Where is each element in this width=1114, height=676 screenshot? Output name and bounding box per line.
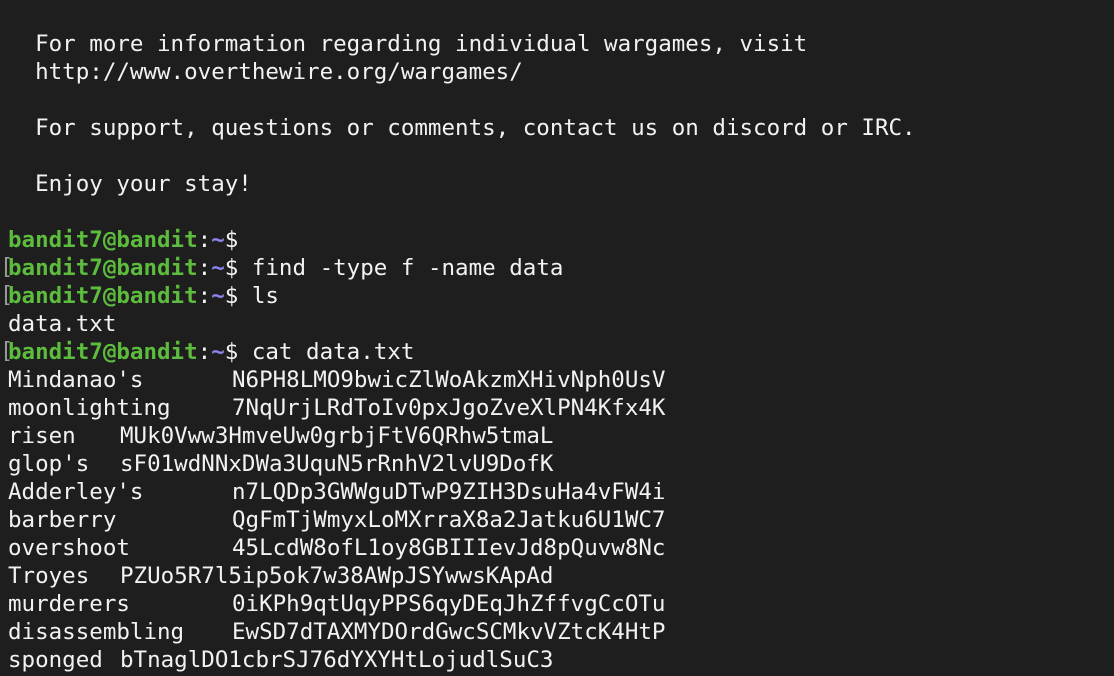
file-row: risen MUk0Vww3HmveUw0grbjFtV6QRhw5tmaL bbox=[8, 422, 553, 450]
row-value: QgFmTjWmyxLoMXrraX8a2Jatku6U1WC7 bbox=[232, 507, 666, 533]
command-text: ls bbox=[251, 283, 279, 309]
command-output: data.txt bbox=[8, 311, 117, 337]
row-word: disassembling bbox=[8, 619, 185, 645]
file-row: barberry QgFmTjWmyxLoMXrraX8a2Jatku6U1WC7 bbox=[8, 506, 665, 534]
prompt-path: ~ bbox=[211, 339, 225, 365]
prompt-line: bandit7@bandit:~$ cat data.txt bbox=[8, 339, 415, 365]
command-text: find -type f -name data bbox=[251, 255, 564, 281]
row-value: 7NqUrjLRdToIv0pxJgoZveXlPN4Kfx4K bbox=[232, 395, 666, 421]
prompt-user-host: bandit7@bandit bbox=[8, 255, 198, 281]
prompt-user-host: bandit7@bandit bbox=[8, 339, 198, 365]
row-word: sponged bbox=[8, 647, 103, 673]
terminal-window[interactable]: For more information regarding individua… bbox=[0, 0, 1114, 676]
row-value: n7LQDp3GWWguDTwP9ZIH3DsuHa4vFW4i bbox=[232, 479, 666, 505]
row-value: MUk0Vww3HmveUw0grbjFtV6QRhw5tmaL bbox=[120, 423, 554, 449]
row-word: Adderley's bbox=[8, 479, 144, 505]
prompt-path: ~ bbox=[211, 283, 225, 309]
row-word: Troyes bbox=[8, 563, 90, 589]
motd-line: For more information regarding individua… bbox=[35, 31, 808, 57]
file-row: overshoot 45LcdW8ofL1oy8GBIIIevJd8pQuvw8N… bbox=[8, 534, 665, 562]
file-row: Troyes PZUo5R7l5ip5ok7w38AWpJSYwwsKApAd bbox=[8, 562, 553, 590]
row-value: 45LcdW8ofL1oy8GBIIIevJd8pQuvw8Nc bbox=[232, 535, 666, 561]
row-word: risen bbox=[8, 423, 76, 449]
prompt-user-host: bandit7@bandit bbox=[8, 283, 198, 309]
row-word: overshoot bbox=[8, 535, 130, 561]
motd-line: http://www.overthewire.org/wargames/ bbox=[35, 59, 523, 85]
motd-line: For support, questions or comments, cont… bbox=[35, 115, 916, 141]
prompt-line: bandit7@bandit:~$ bbox=[8, 227, 239, 253]
file-row: moonlighting 7NqUrjLRdToIv0pxJgoZveXlPN4K… bbox=[8, 394, 665, 422]
file-row: sponged bTnaglDO1cbrSJ76dYXYHtLojudlSuC3 bbox=[8, 646, 553, 674]
line-marker: [ bbox=[0, 283, 14, 308]
row-value: sF01wdNNxDWa3UquN5rRnhV2lvU9DofK bbox=[120, 451, 554, 477]
row-word: barberry bbox=[8, 507, 117, 533]
row-value: PZUo5R7l5ip5ok7w38AWpJSYwwsKApAd bbox=[120, 563, 554, 589]
row-value: N6PH8LMO9bwicZlWoAkzmXHivNph0UsV bbox=[232, 367, 666, 393]
prompt-line: bandit7@bandit:~$ ls bbox=[8, 283, 279, 309]
line-marker: [ bbox=[0, 255, 14, 280]
row-word: glop's bbox=[8, 451, 90, 477]
file-row: murderers 0iKPh9qtUqyPPS6qyDEqJhZffvgCcOT… bbox=[8, 590, 665, 618]
file-row: Adderley's n7LQDp3GWWguDTwP9ZIH3DsuHa4vFW… bbox=[8, 478, 665, 506]
file-row: disassembling EwSD7dTAXMYDOrdGwcSCMkvVZtc… bbox=[8, 618, 665, 646]
file-row: glop's sF01wdNNxDWa3UquN5rRnhV2lvU9DofK bbox=[8, 450, 553, 478]
file-row: Mindanao's N6PH8LMO9bwicZlWoAkzmXHivNph0U… bbox=[8, 366, 665, 394]
line-marker: [ bbox=[0, 339, 14, 364]
prompt-line: bandit7@bandit:~$ find -type f -name dat… bbox=[8, 255, 564, 281]
prompt-user-host: bandit7@bandit bbox=[8, 227, 198, 253]
row-value: 0iKPh9qtUqyPPS6qyDEqJhZffvgCcOTu bbox=[232, 591, 666, 617]
command-text: cat data.txt bbox=[251, 339, 415, 365]
row-value: bTnaglDO1cbrSJ76dYXYHtLojudlSuC3 bbox=[120, 647, 554, 673]
row-word: Mindanao's bbox=[8, 367, 144, 393]
row-word: moonlighting bbox=[8, 395, 171, 421]
row-word: murderers bbox=[8, 591, 130, 617]
row-value: EwSD7dTAXMYDOrdGwcSCMkvVZtcK4HtP bbox=[232, 619, 666, 645]
prompt-path: ~ bbox=[211, 255, 225, 281]
motd-line: Enjoy your stay! bbox=[35, 171, 252, 197]
prompt-path: ~ bbox=[211, 227, 225, 253]
